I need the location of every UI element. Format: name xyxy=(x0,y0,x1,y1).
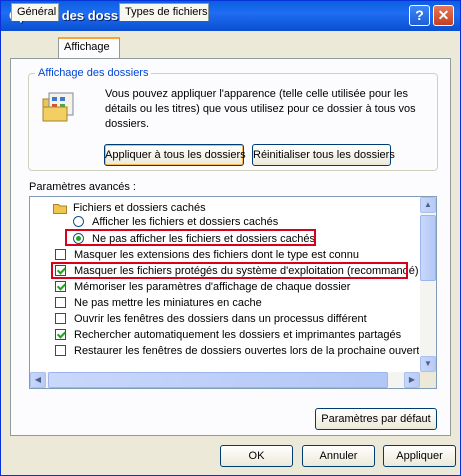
horizontal-scrollbar[interactable]: ◀ ▶ xyxy=(30,372,420,388)
highlight-box-hide-protected-files xyxy=(51,262,408,279)
folder-options-icon xyxy=(42,92,74,122)
folder-view-description: Vous pouvez appliquer l'apparence (telle… xyxy=(105,88,416,130)
tab-general[interactable]: Général xyxy=(11,3,59,21)
checkbox-restore-windows[interactable] xyxy=(55,345,66,356)
advanced-settings-label: Paramètres avancés : xyxy=(29,181,136,193)
list-item-label: Mémoriser les paramètres d'affichage de … xyxy=(74,281,351,293)
checkbox-no-thumbnail-cache[interactable] xyxy=(55,297,66,308)
checkbox-hide-extensions[interactable] xyxy=(55,249,66,260)
vertical-scroll-thumb[interactable] xyxy=(420,215,436,281)
list-item-label: Restaurer les fenêtres de dossiers ouver… xyxy=(74,345,419,357)
cancel-button[interactable]: Annuler xyxy=(302,445,375,467)
list-item-label: Masquer les extensions des fichiers dont… xyxy=(74,249,359,261)
list-item-label: Ne pas mettre les miniatures en cache xyxy=(74,297,262,309)
scroll-right-icon[interactable]: ▶ xyxy=(404,372,420,388)
checkbox-auto-search-shares[interactable] xyxy=(55,329,66,340)
vertical-scrollbar[interactable]: ▲ ▼ xyxy=(420,197,436,372)
scrollbar-corner xyxy=(420,372,436,388)
list-item-label: Afficher les fichiers et dossiers cachés xyxy=(92,216,279,228)
scroll-down-icon[interactable]: ▼ xyxy=(420,356,436,372)
tab-view[interactable]: Affichage xyxy=(58,37,120,58)
apply-button[interactable]: Appliquer xyxy=(383,445,456,467)
highlight-box-dont-show-hidden xyxy=(65,229,316,246)
checkbox-separate-process[interactable] xyxy=(55,313,66,324)
folder-icon xyxy=(53,204,67,214)
restore-defaults-button[interactable]: Paramètres par défaut xyxy=(315,408,437,430)
horizontal-scroll-thumb[interactable] xyxy=(48,372,388,388)
ok-button[interactable]: OK xyxy=(220,445,293,467)
list-item-label: Ouvrir les fenêtres des dossiers dans un… xyxy=(74,313,367,325)
apply-to-all-folders-button[interactable]: Appliquer à tous les dossiers xyxy=(104,144,246,166)
title-bar[interactable]: Options des dossiers ? ✕ xyxy=(1,1,460,31)
reset-all-folders-button[interactable]: Réinitialiser tous les dossiers xyxy=(252,144,395,166)
radio-show-hidden[interactable] xyxy=(73,216,84,227)
close-icon[interactable]: ✕ xyxy=(433,5,454,26)
list-item-label: Rechercher automatiquement les dossiers … xyxy=(74,329,402,341)
checkbox-remember-view[interactable] xyxy=(55,281,66,292)
tab-file-types[interactable]: Types de fichiers xyxy=(119,3,209,21)
folder-view-group-title: Affichage des dossiers xyxy=(35,67,152,79)
scroll-up-icon[interactable]: ▲ xyxy=(420,197,436,213)
folder-options-window: Options des dossiers ? ✕ Général Types d… xyxy=(0,0,461,476)
help-icon[interactable]: ? xyxy=(409,5,430,26)
list-item-restore-windows[interactable]: Restaurer les fenêtres de dossiers ouver… xyxy=(55,343,419,359)
scroll-left-icon[interactable]: ◀ xyxy=(30,372,46,388)
